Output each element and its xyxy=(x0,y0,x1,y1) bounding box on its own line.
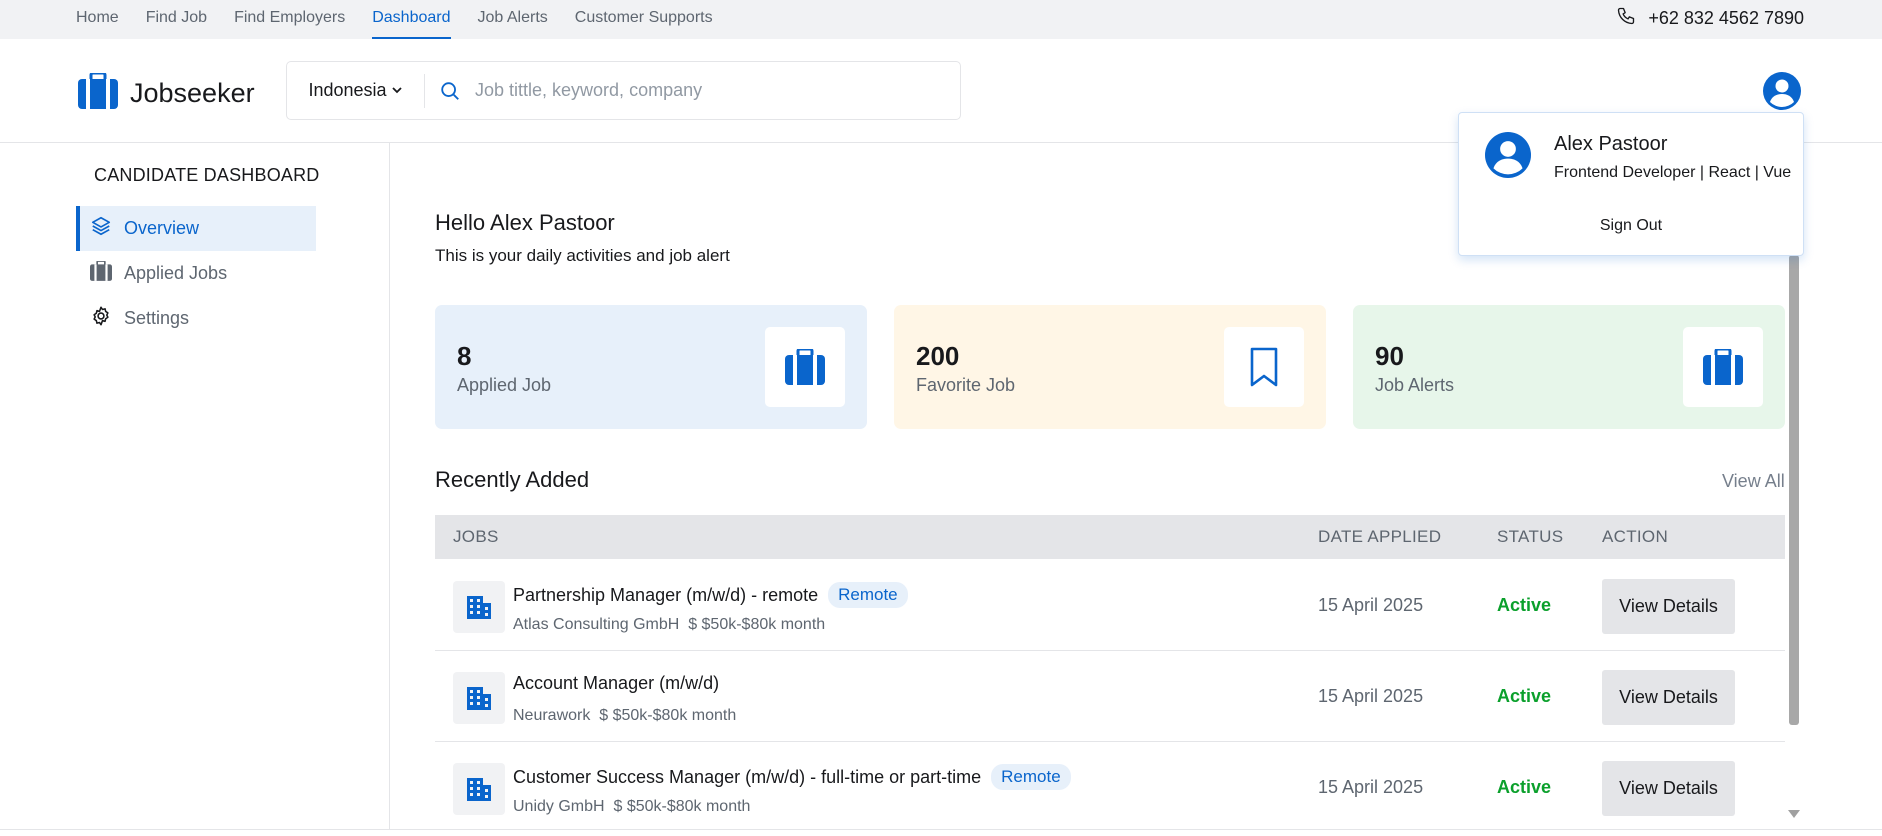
avatar-button[interactable] xyxy=(1763,72,1801,110)
scroll-down-arrow[interactable] xyxy=(1788,810,1800,818)
stat-card-alerts[interactable]: 90 Job Alerts xyxy=(1353,305,1785,429)
stat-label: Applied Job xyxy=(457,375,552,395)
phone-contact: +62 832 4562 7890 xyxy=(1616,0,1804,36)
briefcase-icon xyxy=(90,260,112,286)
job-title-text: Account Manager (m/w/d) xyxy=(513,673,720,693)
stat-card-favorite[interactable]: 200 Favorite Job xyxy=(894,305,1326,429)
profile-menu: Alex Pastoor Frontend Developer | React … xyxy=(1458,112,1804,256)
gear-icon xyxy=(90,305,112,332)
brand-name: Jobseeker xyxy=(130,78,255,108)
date-applied: 15 April 2025 xyxy=(1318,595,1424,615)
profile-name: Alex Pastoor xyxy=(1554,133,1668,155)
briefcase-icon xyxy=(765,327,845,407)
column-date-applied: DATE APPLIED xyxy=(1318,527,1442,546)
briefcase-icon xyxy=(78,71,118,114)
building-icon xyxy=(453,672,505,724)
stat-card-applied[interactable]: 8 Applied Job xyxy=(435,305,867,429)
layers-icon xyxy=(90,215,112,242)
search-input[interactable] xyxy=(475,80,955,101)
sidebar-item-settings[interactable]: Settings xyxy=(76,296,316,341)
sidebar-item-label: Applied Jobs xyxy=(124,263,228,283)
search-bar: Indonesia xyxy=(286,61,961,120)
phone-icon xyxy=(1616,6,1636,31)
status-badge: Active xyxy=(1497,686,1552,706)
job-tag: Remote xyxy=(828,582,908,608)
salary: $ $50k-$80k month xyxy=(599,707,737,724)
job-meta: Neurawork $ $50k-$80k month xyxy=(513,707,736,725)
sidebar-item-label: Overview xyxy=(124,218,200,238)
table-row: Partnership Manager (m/w/d) - remote Rem… xyxy=(435,560,1785,651)
divider xyxy=(0,829,1882,830)
greeting-title: Hello Alex Pastoor xyxy=(435,210,615,235)
stat-label: Favorite Job xyxy=(916,375,1016,395)
building-icon xyxy=(453,763,505,815)
column-status: STATUS xyxy=(1497,527,1564,546)
stat-value: 8 xyxy=(457,341,472,371)
table-row: Account Manager (m/w/d) Neurawork $ $50k… xyxy=(435,651,1785,742)
column-action: ACTION xyxy=(1602,527,1669,546)
phone-number: +62 832 4562 7890 xyxy=(1648,7,1804,28)
salary: $ $50k-$80k month xyxy=(688,616,826,633)
status-badge: Active xyxy=(1497,595,1552,615)
nav-job-alerts[interactable]: Job Alerts xyxy=(478,0,548,39)
nav-customer-supports[interactable]: Customer Supports xyxy=(575,0,713,39)
top-bar: Home Find Job Find Employers Dashboard J… xyxy=(0,0,1882,39)
view-details-button[interactable]: View Details xyxy=(1602,670,1735,725)
top-nav: Home Find Job Find Employers Dashboard J… xyxy=(76,0,740,39)
job-title[interactable]: Partnership Manager (m/w/d) - remote Rem… xyxy=(513,582,908,608)
job-title[interactable]: Customer Success Manager (m/w/d) - full-… xyxy=(513,764,1071,790)
view-all-link[interactable]: View All xyxy=(1722,471,1785,492)
job-title-text: Partnership Manager (m/w/d) - remote xyxy=(513,584,819,605)
country-select[interactable]: Indonesia xyxy=(287,73,425,108)
sidebar-item-applied-jobs[interactable]: Applied Jobs xyxy=(76,251,316,296)
stat-value: 200 xyxy=(916,341,960,371)
chevron-down-icon xyxy=(391,80,403,101)
company-name: Neurawork xyxy=(513,707,591,724)
company-name: Atlas Consulting GmbH xyxy=(513,616,680,633)
nav-dashboard[interactable]: Dashboard xyxy=(372,0,451,39)
user-icon xyxy=(1763,72,1801,110)
greeting-subtitle: This is your daily activities and job al… xyxy=(435,246,730,265)
view-details-button[interactable]: View Details xyxy=(1602,579,1735,634)
nav-find-employers[interactable]: Find Employers xyxy=(234,0,345,39)
status-badge: Active xyxy=(1497,777,1552,797)
column-jobs: JOBS xyxy=(453,527,499,546)
salary: $ $50k-$80k month xyxy=(613,798,751,815)
table-header: JOBS DATE APPLIED STATUS ACTION xyxy=(435,515,1785,559)
nav-home[interactable]: Home xyxy=(76,0,119,39)
job-title-text: Customer Success Manager (m/w/d) - full-… xyxy=(513,766,982,787)
stat-label: Job Alerts xyxy=(1375,375,1455,395)
recently-added-title: Recently Added xyxy=(435,467,590,492)
scrollbar-thumb[interactable] xyxy=(1789,255,1799,725)
job-meta: Unidy GmbH $ $50k-$80k month xyxy=(513,798,750,816)
briefcase-icon xyxy=(1683,327,1763,407)
user-icon xyxy=(1485,132,1531,183)
view-details-button[interactable]: View Details xyxy=(1602,761,1735,816)
sidebar-item-overview[interactable]: Overview xyxy=(76,206,316,251)
sidebar-item-label: Settings xyxy=(124,308,190,328)
brand-logo[interactable]: Jobseeker xyxy=(78,71,255,114)
job-tag: Remote xyxy=(991,764,1071,790)
building-icon xyxy=(453,581,505,633)
table-row: Customer Success Manager (m/w/d) - full-… xyxy=(435,742,1785,833)
date-applied: 15 April 2025 xyxy=(1318,686,1424,706)
stat-value: 90 xyxy=(1375,341,1404,371)
sidebar: CANDIDATE DASHBOARD Overview Applied Job… xyxy=(0,143,390,829)
date-applied: 15 April 2025 xyxy=(1318,777,1424,797)
company-name: Unidy GmbH xyxy=(513,798,605,815)
sign-out-button[interactable]: Sign Out xyxy=(1459,217,1803,235)
profile-role: Frontend Developer | React | Vue xyxy=(1554,164,1792,181)
search-icon xyxy=(439,80,461,102)
bookmark-icon xyxy=(1224,327,1304,407)
nav-find-job[interactable]: Find Job xyxy=(146,0,207,39)
job-title[interactable]: Account Manager (m/w/d) xyxy=(513,673,719,694)
job-meta: Atlas Consulting GmbH $ $50k-$80k month xyxy=(513,616,825,634)
country-value: Indonesia xyxy=(308,80,387,100)
sidebar-title: CANDIDATE DASHBOARD xyxy=(94,165,320,185)
